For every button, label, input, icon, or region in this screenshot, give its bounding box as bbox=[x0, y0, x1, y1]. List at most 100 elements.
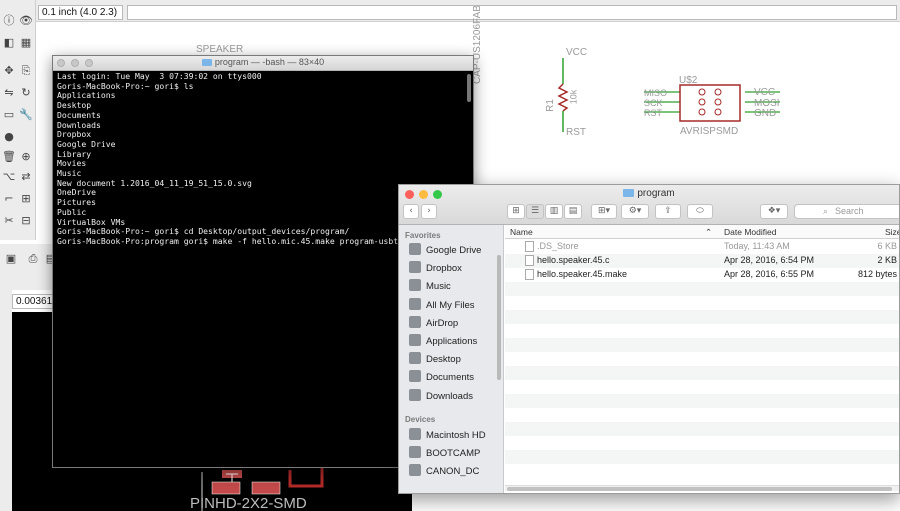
empty-row bbox=[505, 352, 899, 366]
wrench-icon[interactable]: 🔧 bbox=[19, 108, 33, 122]
rotate-icon[interactable]: ↻ bbox=[19, 86, 33, 100]
tags-button[interactable]: ⬭ bbox=[687, 204, 713, 219]
split-icon[interactable]: ✂ bbox=[2, 214, 16, 228]
display-icon[interactable]: ▦ bbox=[19, 36, 33, 50]
column-view-button[interactable]: ▥ bbox=[545, 204, 563, 219]
sidebar-item[interactable]: AirDrop bbox=[409, 315, 501, 332]
sidebar-item[interactable]: Downloads bbox=[409, 388, 501, 405]
document-icon bbox=[525, 241, 534, 252]
layers-icon[interactable]: ◧ bbox=[2, 36, 16, 50]
sidebar-item-label: Applications bbox=[426, 336, 478, 347]
sidebar-item[interactable]: BOOTCAMP bbox=[409, 445, 501, 462]
copy-icon[interactable]: ⎘ bbox=[19, 64, 33, 78]
name-column-header[interactable]: Name bbox=[510, 227, 533, 237]
sidebar-item-label: BOOTCAMP bbox=[426, 448, 481, 460]
empty-row bbox=[505, 310, 899, 324]
horizontal-scrollbar[interactable] bbox=[505, 485, 899, 491]
terminal-line: Goris-MacBook-Pro:~ gori$ ls bbox=[57, 80, 194, 91]
list-view-button[interactable]: ☰ bbox=[526, 204, 544, 219]
r1-label: R1 bbox=[544, 99, 556, 112]
sidebar-item-label: Music bbox=[426, 281, 451, 293]
eagle-command-bar: 0.1 inch (4.0 2.3) bbox=[36, 0, 900, 22]
file-list-header: Name ⌃ Date Modified Size bbox=[505, 225, 899, 239]
sidebar-item-label: CANON_DC bbox=[426, 466, 480, 478]
lightbulb-icon[interactable]: ● bbox=[2, 130, 16, 144]
file-row[interactable]: hello.speaker.45.c Apr 28, 2016, 6:54 PM 2… bbox=[505, 254, 899, 268]
sidebar-item[interactable]: Music bbox=[409, 278, 501, 295]
empty-row bbox=[505, 436, 899, 450]
print-icon[interactable]: ⎙ bbox=[26, 252, 40, 266]
all-files-icon bbox=[409, 297, 421, 310]
coordinate-readout: 0.1 inch (4.0 2.3) bbox=[38, 5, 123, 20]
terminal-line: Movies bbox=[57, 158, 87, 169]
sidebar-item[interactable]: Applications bbox=[409, 333, 501, 350]
hard-drive-icon bbox=[409, 428, 421, 440]
terminal-titlebar[interactable]: program — -bash — 83×40 bbox=[53, 56, 473, 71]
save-icon[interactable]: ▣ bbox=[4, 252, 18, 266]
sidebar-item-label: Downloads bbox=[426, 390, 473, 402]
sidebar-item[interactable]: Documents bbox=[409, 369, 501, 386]
music-icon bbox=[409, 279, 421, 292]
sidebar-item-label: Dropbox bbox=[426, 263, 462, 275]
sidebar-item-label: All My Files bbox=[426, 299, 475, 311]
action-gear-button[interactable]: ⚙▾ bbox=[621, 204, 649, 219]
terminal-line: Library bbox=[57, 148, 92, 159]
file-row[interactable]: .DS_Store Today, 11:43 AM 6 KB bbox=[505, 240, 899, 254]
share-button[interactable]: ⇪ bbox=[655, 204, 681, 219]
cover-flow-button[interactable]: ▤ bbox=[564, 204, 582, 219]
empty-row bbox=[505, 422, 899, 436]
name-icon[interactable]: ⌥ bbox=[2, 170, 16, 184]
back-button[interactable]: ‹ bbox=[403, 204, 419, 219]
avrisp-label: AVRISPSMD bbox=[680, 126, 739, 137]
add-part-icon[interactable]: ⊕ bbox=[19, 150, 33, 164]
terminal-line: Dropbox bbox=[57, 129, 92, 140]
hard-drive-icon bbox=[409, 446, 421, 459]
sidebar-scrollbar[interactable] bbox=[497, 255, 501, 380]
value-icon[interactable]: ⇄ bbox=[19, 170, 33, 184]
horizontal-scroll-thumb[interactable] bbox=[507, 487, 892, 491]
mirror-icon[interactable]: ⇋ bbox=[2, 86, 16, 100]
forward-button[interactable]: › bbox=[421, 204, 437, 219]
move-icon[interactable]: ✥ bbox=[2, 64, 16, 78]
eye-icon[interactable]: 👁 bbox=[19, 14, 33, 28]
terminal-line: Desktop bbox=[57, 100, 92, 111]
file-name: hello.speaker.45.make bbox=[537, 269, 628, 279]
group-icon[interactable]: ▭ bbox=[2, 108, 16, 122]
trash-icon[interactable]: 🗑 bbox=[2, 150, 16, 164]
size-column-header[interactable]: Size bbox=[885, 227, 899, 237]
terminal-title: program — -bash — 83×40 bbox=[53, 57, 473, 67]
empty-row bbox=[505, 380, 899, 394]
vcc-label: VCC bbox=[754, 87, 776, 98]
sidebar-item[interactable]: CANON_DC bbox=[409, 463, 501, 480]
sidebar-item[interactable]: Desktop bbox=[409, 351, 501, 368]
finder-window[interactable]: program ‹ › ⊞ ☰ ▥ ▤ ⊞▾ ⚙▾ ⇪ ⬭ ❖▾ ⌕ Search… bbox=[398, 184, 900, 494]
search-input[interactable]: ⌕ Search bbox=[794, 204, 899, 219]
finder-toolbar[interactable]: program ‹ › ⊞ ☰ ▥ ▤ ⊞▾ ⚙▾ ⇪ ⬭ ❖▾ ⌕ Search bbox=[399, 185, 899, 225]
sidebar-item[interactable]: Macintosh HD bbox=[409, 427, 501, 444]
terminal-scrollbar[interactable] bbox=[467, 74, 471, 102]
sck-label: SCK bbox=[644, 98, 663, 108]
info-icon[interactable]: ⓘ bbox=[2, 14, 16, 28]
arrange-button[interactable]: ⊞▾ bbox=[591, 204, 617, 219]
sidebar-item[interactable]: Dropbox bbox=[409, 260, 501, 277]
airdrop-icon bbox=[409, 315, 421, 328]
empty-row bbox=[505, 408, 899, 422]
empty-row bbox=[505, 324, 899, 338]
empty-row bbox=[505, 366, 899, 380]
empty-row bbox=[505, 450, 899, 464]
terminal-line: Applications bbox=[57, 90, 116, 101]
dropbox-button[interactable]: ❖▾ bbox=[760, 204, 788, 219]
junction-icon[interactable]: ⊞ bbox=[19, 192, 33, 206]
terminal-line: Downloads bbox=[57, 119, 101, 130]
sort-chevron-icon[interactable]: ⌃ bbox=[705, 227, 712, 238]
file-row[interactable]: hello.speaker.45.make Apr 28, 2016, 6:55 … bbox=[505, 268, 899, 282]
date-column-header[interactable]: Date Modified bbox=[724, 227, 776, 237]
file-size: 812 bytes bbox=[857, 269, 897, 279]
net-icon[interactable]: ⊟ bbox=[19, 214, 33, 228]
wire-icon[interactable]: ⌐ bbox=[2, 192, 16, 206]
sidebar-item[interactable]: Google Drive bbox=[409, 242, 501, 259]
command-line-input[interactable] bbox=[127, 5, 897, 20]
icon-view-button[interactable]: ⊞ bbox=[507, 204, 525, 219]
sidebar-item[interactable]: All My Files bbox=[409, 297, 501, 314]
file-list[interactable]: Name ⌃ Date Modified Size .DS_Store Today… bbox=[505, 225, 899, 493]
